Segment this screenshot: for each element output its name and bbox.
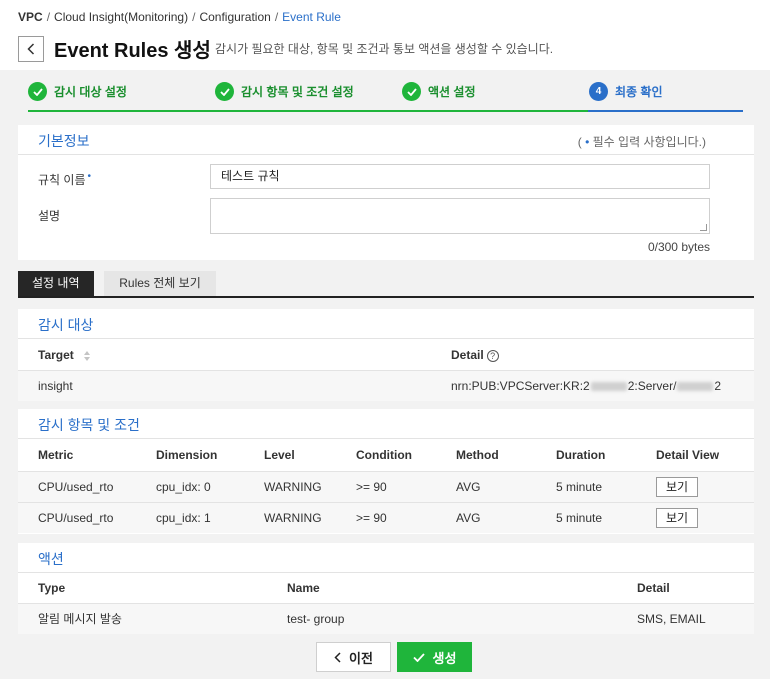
check-circle-icon xyxy=(28,82,47,101)
column-header-metric: Metric xyxy=(38,448,74,462)
step-metric-condition-setup[interactable]: 감시 항목 및 조건 설정 xyxy=(215,82,354,101)
main-content: 감시 대상 설정 감시 항목 및 조건 설정 액션 설정 4 최종 확인 기본정… xyxy=(0,70,770,679)
dimension-cell: cpu_idx: 1 xyxy=(156,511,211,525)
previous-button-label: 이전 xyxy=(349,650,373,666)
current-step-indicator xyxy=(588,110,743,112)
column-header-detail: Detail xyxy=(637,581,670,595)
metric-section-title: 감시 항목 및 조건 xyxy=(38,417,140,433)
level-cell: WARNING xyxy=(264,480,322,494)
back-button[interactable] xyxy=(18,36,44,62)
view-detail-button[interactable]: 보기 xyxy=(656,477,698,497)
step-target-setup[interactable]: 감시 대상 설정 xyxy=(28,82,127,101)
breadcrumb-configuration[interactable]: Configuration xyxy=(199,10,270,24)
byte-counter: 0/300 bytes xyxy=(647,240,710,254)
step-action-setup[interactable]: 액션 설정 xyxy=(402,82,476,101)
column-header-name: Name xyxy=(287,581,320,595)
column-header-type: Type xyxy=(38,581,66,595)
rule-name-label: 규칙 이름 • xyxy=(38,171,92,187)
table-row: insight nrn:PUB:VPCServer:KR:2 2:Server/2 xyxy=(18,370,754,401)
description-label: 설명 xyxy=(38,209,61,223)
dimension-cell: cpu_idx: 0 xyxy=(156,480,211,494)
create-button[interactable]: 생성 xyxy=(397,642,472,672)
check-circle-icon xyxy=(402,82,421,101)
required-note: ( • 필수 입력 사항입니다.) xyxy=(577,135,706,149)
step-label: 최종 확인 xyxy=(615,85,663,99)
column-header-level: Level xyxy=(264,448,295,462)
redacted-value xyxy=(677,382,714,392)
action-section-card: 액션 Type Name Detail 알림 메시지 발송 test- grou… xyxy=(18,543,754,634)
condition-cell: >= 90 xyxy=(356,511,387,525)
metric-section-card: 감시 항목 및 조건 Metric Dimension Level Condit… xyxy=(18,409,754,534)
action-table-header: Type Name Detail xyxy=(18,572,754,604)
action-type-cell: 알림 메시지 발송 xyxy=(38,612,122,626)
page-description: 감시가 필요한 대상, 항목 및 조건과 통보 액션을 생성할 수 있습니다. xyxy=(215,42,554,56)
detail-cell: nrn:PUB:VPCServer:KR:2 2:Server/2 xyxy=(451,379,722,393)
tab-settings-summary[interactable]: 설정 내역 xyxy=(18,271,94,296)
description-textarea[interactable] xyxy=(210,198,710,234)
step-label: 액션 설정 xyxy=(428,85,476,99)
action-detail-cell: SMS, EMAIL xyxy=(637,612,706,626)
column-header-detail-view: Detail View xyxy=(656,448,720,462)
tab-all-rules[interactable]: Rules 전체 보기 xyxy=(104,271,216,296)
breadcrumb-cloud-insight[interactable]: Cloud Insight(Monitoring) xyxy=(54,10,188,24)
redacted-value xyxy=(590,382,627,392)
check-circle-icon xyxy=(215,82,234,101)
column-header-condition: Condition xyxy=(356,448,412,462)
breadcrumb-event-rule[interactable]: Event Rule xyxy=(282,10,341,24)
metric-table-header: Metric Dimension Level Condition Method … xyxy=(18,439,754,471)
column-header-duration: Duration xyxy=(556,448,606,462)
condition-cell: >= 90 xyxy=(356,480,387,494)
method-cell: AVG xyxy=(456,480,481,494)
check-icon xyxy=(412,652,425,662)
resize-grip-icon[interactable] xyxy=(700,224,707,231)
breadcrumb-separator: / xyxy=(46,10,51,24)
rule-name-input[interactable]: 테스트 규칙 xyxy=(210,164,710,189)
step-final-review[interactable]: 4 최종 확인 xyxy=(589,82,663,101)
chevron-left-icon xyxy=(27,43,35,55)
step-label: 감시 대상 설정 xyxy=(54,85,127,99)
level-cell: WARNING xyxy=(264,511,322,525)
table-row: CPU/used_rto cpu_idx: 1 WARNING >= 90 AV… xyxy=(18,502,754,533)
step-number-badge: 4 xyxy=(589,82,608,101)
chevron-left-icon xyxy=(334,651,341,663)
step-label: 감시 항목 및 조건 설정 xyxy=(241,85,354,99)
column-header-method: Method xyxy=(456,448,499,462)
action-section-title: 액션 xyxy=(38,551,64,567)
breadcrumb: VPC / Cloud Insight(Monitoring) / Configurat… xyxy=(18,10,341,24)
metric-cell: CPU/used_rto xyxy=(38,480,114,494)
duration-cell: 5 minute xyxy=(556,480,603,494)
breadcrumb-separator: / xyxy=(274,10,279,24)
column-header-dimension: Dimension xyxy=(156,448,218,462)
create-button-label: 생성 xyxy=(432,650,457,666)
method-cell: AVG xyxy=(456,511,481,525)
target-section-title: 감시 대상 xyxy=(38,317,94,333)
basic-info-card: 기본정보 ( • 필수 입력 사항입니다.) 규칙 이름 • 테스트 규칙 설명 … xyxy=(18,125,754,260)
duration-cell: 5 minute xyxy=(556,511,603,525)
required-marker: • xyxy=(87,171,92,182)
target-cell: insight xyxy=(38,379,73,393)
detail-column-header: Detail? xyxy=(451,339,499,371)
action-name-cell: test- group xyxy=(287,612,345,626)
sort-icon[interactable] xyxy=(83,350,91,362)
table-row: CPU/used_rto cpu_idx: 0 WARNING >= 90 AV… xyxy=(18,471,754,502)
basic-info-title: 기본정보 xyxy=(38,133,90,149)
page-title: Event Rules 생성 xyxy=(54,40,211,62)
target-section-card: 감시 대상 Target Detail? insight nrn:PUB:VPC… xyxy=(18,309,754,401)
help-circle-icon[interactable]: ? xyxy=(486,349,499,362)
previous-button[interactable]: 이전 xyxy=(316,642,391,672)
wizard-stepper: 감시 대상 설정 감시 항목 및 조건 설정 액션 설정 4 최종 확인 xyxy=(28,70,743,112)
table-row: 알림 메시지 발송 test- group SMS, EMAIL xyxy=(18,603,754,634)
required-dot: • xyxy=(585,135,590,149)
review-tabs: 설정 내역 Rules 전체 보기 xyxy=(18,271,754,298)
breadcrumb-vpc[interactable]: VPC xyxy=(18,10,43,24)
breadcrumb-separator: / xyxy=(192,10,196,24)
metric-cell: CPU/used_rto xyxy=(38,511,114,525)
view-detail-button[interactable]: 보기 xyxy=(656,508,698,528)
target-column-header[interactable]: Target xyxy=(38,339,91,371)
target-table-header: Target Detail? xyxy=(18,339,754,371)
